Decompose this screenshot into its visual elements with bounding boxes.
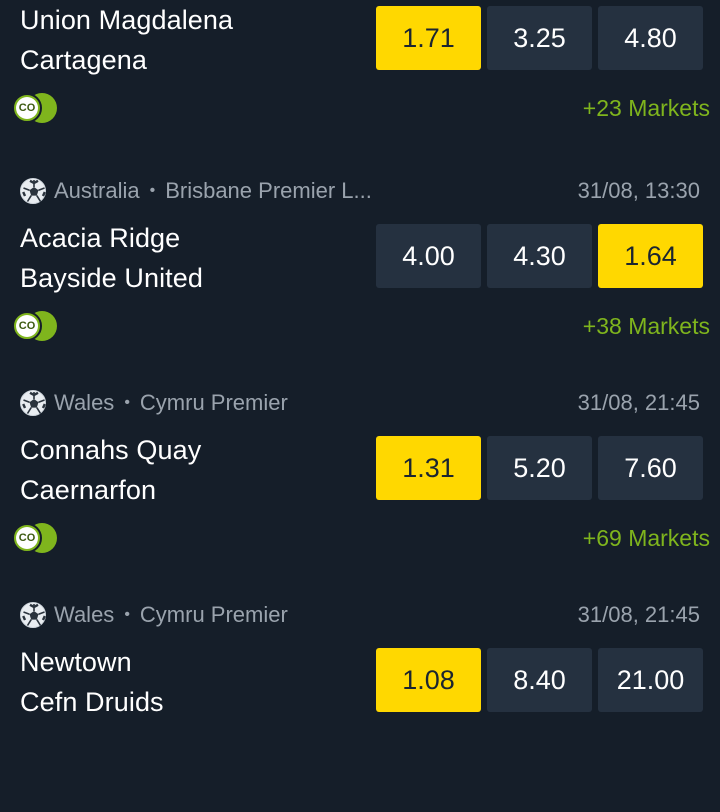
away-team: Bayside United [20, 263, 204, 293]
odd-away-button[interactable]: 1.64 [598, 224, 703, 288]
soccer-ball-icon [20, 178, 46, 204]
odds-row: 1.71 3.25 4.80 [376, 6, 703, 70]
odd-away-button[interactable]: 4.80 [598, 6, 703, 70]
team-names[interactable]: Connahs Quay Caernarfon [20, 430, 201, 510]
odds-row: 4.00 4.30 1.64 [376, 224, 703, 288]
event-datetime: 31/08, 13:30 [577, 178, 700, 203]
team-names[interactable]: Newtown Cefn Druids [20, 642, 164, 722]
away-team: Caernarfon [20, 475, 157, 505]
event-card: Wales • Cymru Premier 31/08, 21:45 Newto… [0, 600, 720, 812]
more-markets-link[interactable]: +38 Markets [583, 313, 710, 340]
league-label: Cymru Premier [139, 390, 288, 415]
odd-draw-button[interactable]: 4.30 [487, 224, 592, 288]
home-team: Acacia Ridge [20, 223, 181, 253]
odd-home-button[interactable]: 1.71 [376, 6, 481, 70]
odd-draw-button[interactable]: 5.20 [487, 436, 592, 500]
away-team: Cefn Druids [20, 687, 164, 717]
event-footer: CO +23 Markets [12, 91, 710, 125]
home-team: Union Magdalena [20, 5, 234, 35]
soccer-ball-icon [20, 602, 46, 628]
odd-home-button[interactable]: 1.31 [376, 436, 481, 500]
event-datetime: 31/08, 21:45 [577, 390, 700, 415]
home-team: Connahs Quay [20, 435, 202, 465]
league-label: Brisbane Premier L... [165, 178, 372, 203]
odd-away-button[interactable]: 7.60 [598, 436, 703, 500]
country-label: Australia [54, 178, 140, 203]
home-team: Newtown [20, 647, 132, 677]
team-names[interactable]: Acacia Ridge Bayside United [20, 218, 203, 298]
soccer-ball-icon [20, 390, 46, 416]
event-card: Australia • Brisbane Premier L... 31/08,… [0, 176, 720, 388]
more-markets-link[interactable]: +23 Markets [583, 95, 710, 122]
odd-draw-button[interactable]: 8.40 [487, 648, 592, 712]
event-datetime: 31/08, 21:45 [577, 602, 700, 627]
away-team: Cartagena [20, 45, 147, 75]
cashout-co-icon: CO [12, 311, 58, 341]
cashout-co-icon: CO [12, 93, 58, 123]
odd-home-button[interactable]: 4.00 [376, 224, 481, 288]
cashout-co-icon: CO [12, 523, 58, 553]
odd-home-button[interactable]: 1.08 [376, 648, 481, 712]
event-card: Union Magdalena Cartagena 1.71 3.25 4.80… [0, 0, 720, 170]
event-meta: Wales • Cymru Premier 31/08, 21:45 [20, 388, 700, 418]
event-meta: Wales • Cymru Premier 31/08, 21:45 [20, 600, 700, 630]
team-names[interactable]: Union Magdalena Cartagena [20, 0, 233, 80]
event-card: Wales • Cymru Premier 31/08, 21:45 Conna… [0, 388, 720, 600]
odd-away-button[interactable]: 21.00 [598, 648, 703, 712]
league-label: Cymru Premier [139, 602, 288, 627]
odds-row: 1.31 5.20 7.60 [376, 436, 703, 500]
more-markets-link[interactable]: +69 Markets [583, 525, 710, 552]
events-list: Union Magdalena Cartagena 1.71 3.25 4.80… [0, 0, 720, 736]
country-label: Wales [54, 602, 115, 627]
event-footer: CO +38 Markets [12, 309, 710, 343]
event-footer: CO +69 Markets [12, 521, 710, 555]
odd-draw-button[interactable]: 3.25 [487, 6, 592, 70]
odds-row: 1.08 8.40 21.00 [376, 648, 703, 712]
event-meta: Australia • Brisbane Premier L... 31/08,… [20, 176, 700, 206]
country-label: Wales [54, 390, 115, 415]
